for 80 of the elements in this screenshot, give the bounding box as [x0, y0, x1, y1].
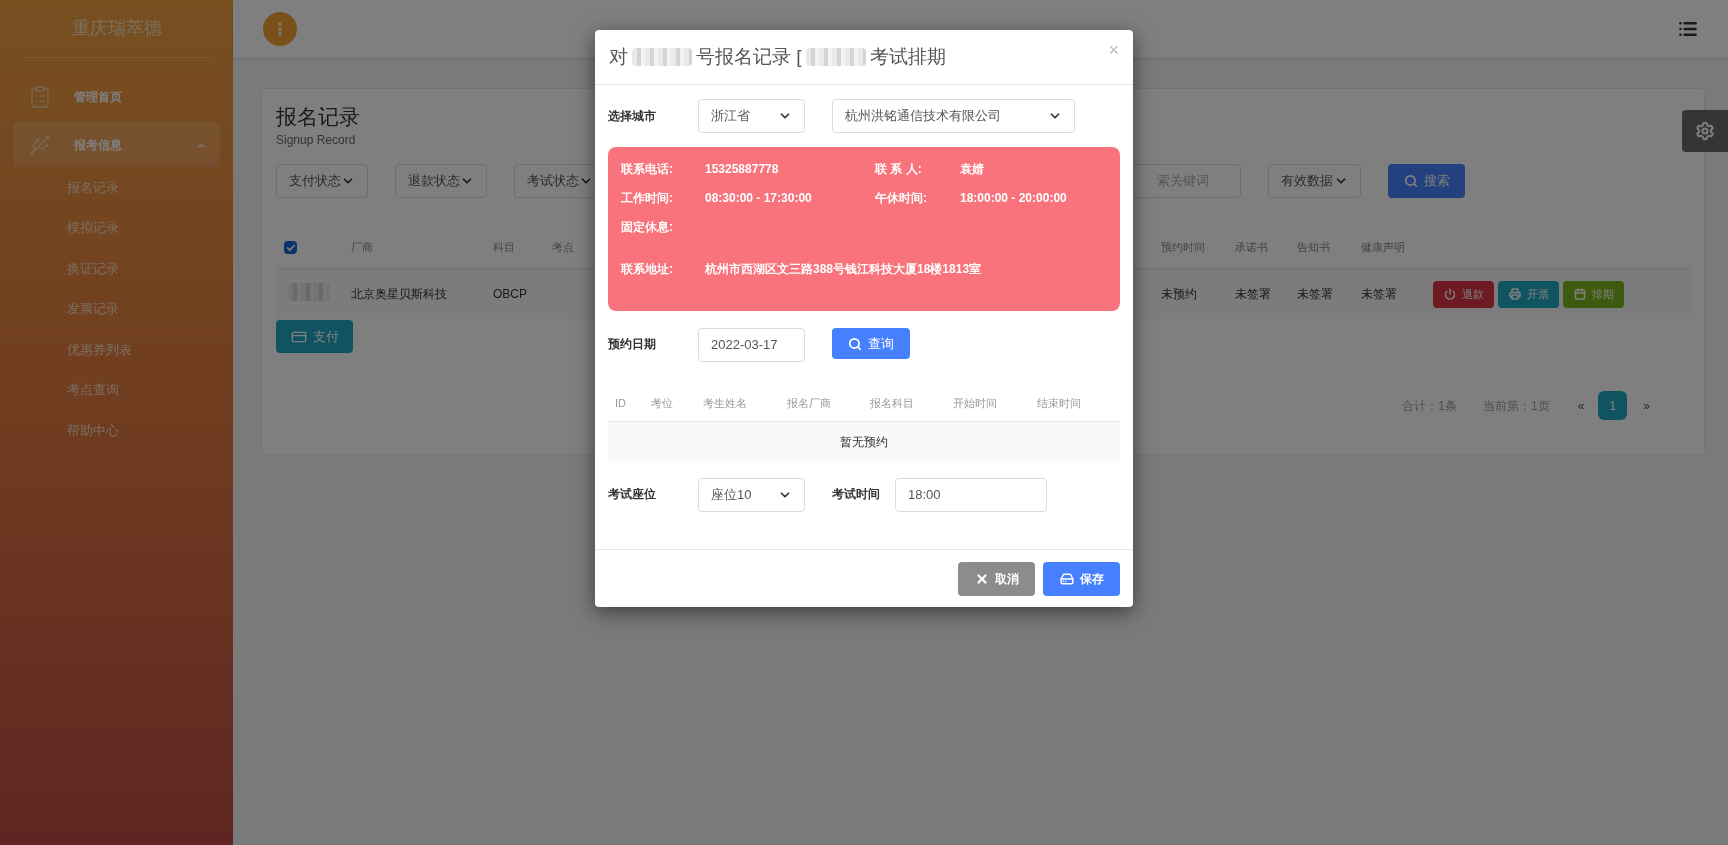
column-header: 考生姓名 [703, 396, 748, 409]
table-cell: 未签署 [1297, 287, 1333, 301]
printer-icon [1508, 288, 1521, 300]
field-label: 考试座位 [608, 486, 657, 503]
submenu-item[interactable]: 报名记录 [67, 167, 220, 208]
table-cell: 未签署 [1361, 287, 1397, 301]
info-value: 18:00:00 - 20:00:00 [960, 190, 1068, 207]
drive-icon [1059, 571, 1074, 586]
table-cell: 未签署 [1235, 287, 1271, 301]
column-header: 报名厂商 [786, 396, 831, 409]
filter-select[interactable]: 退款状态 [395, 164, 487, 198]
info-value: 08:30:00 - 17:30:00 [705, 190, 813, 207]
submenu-item[interactable]: 模拟记录 [67, 207, 220, 248]
cancel-button[interactable]: 取消 [958, 561, 1035, 596]
time-field[interactable]: 18:00 [895, 478, 1047, 512]
settings-tab[interactable] [1682, 110, 1728, 152]
column-header: ID [615, 396, 626, 409]
row-action-button[interactable]: 退款 [1433, 280, 1494, 308]
query-button[interactable]: 查询 [832, 328, 910, 359]
page-link[interactable]: 1 [1598, 391, 1628, 420]
page-title: 报名记录 [276, 104, 360, 130]
date-field[interactable]: 2022-03-17 [698, 328, 805, 362]
filter-select[interactable]: 支付状态 [276, 164, 368, 198]
field-label: 预约日期 [608, 336, 657, 353]
blurred-text [805, 48, 866, 66]
power-icon [1443, 288, 1456, 300]
status-select[interactable]: 有效数据 [1268, 164, 1361, 198]
dialog-title: 考试排期 [869, 44, 946, 69]
table-cell: 北京奥星贝斯科技 [351, 287, 447, 301]
info-value: 15325887778 [705, 161, 780, 178]
search-icon [848, 336, 862, 351]
column-header: 考位 [650, 396, 673, 409]
table-cell: 未预约 [1161, 287, 1197, 301]
check-icon [285, 242, 296, 253]
search-button[interactable]: 搜索 [1388, 164, 1465, 198]
dialog-title: 对 [609, 44, 628, 69]
prev-page-link[interactable]: « [1577, 396, 1585, 415]
column-header: 开始时间 [953, 396, 998, 409]
nav-item[interactable]: 管理首页 [13, 74, 220, 119]
info-value: 杭州市西湖区文三路388号钱江科技大厦18楼1813室 [705, 261, 982, 278]
test-center-select[interactable]: 杭州洪铭通信技术有限公司 [832, 99, 1075, 133]
more-button[interactable] [263, 12, 297, 46]
submenu-item[interactable]: 考点查询 [67, 369, 220, 410]
submenu-item[interactable]: 优惠券列表 [67, 329, 220, 370]
info-label: 午休时间: [875, 190, 928, 207]
info-label: 工作时间: [621, 190, 674, 207]
usb-icon [28, 132, 52, 157]
search-icon [1403, 174, 1418, 188]
brand-name: 重庆瑞萃德 [71, 17, 162, 40]
info-label: 固定休息: [621, 219, 674, 236]
column-header: 报名科目 [870, 396, 914, 409]
submenu-item[interactable]: 发票记录 [67, 288, 220, 329]
page-subtitle: Signup Record [276, 132, 356, 149]
seat-select[interactable]: 座位10 [698, 478, 805, 512]
row-action-button[interactable]: 排期 [1563, 280, 1624, 308]
close-icon [974, 571, 989, 586]
column-header: 结束时间 [1036, 396, 1081, 409]
field-label: 考试时间 [832, 486, 881, 503]
calendar-icon [1573, 288, 1586, 300]
province-select[interactable]: 浙江省 [698, 99, 805, 133]
empty-message: 暂无预约 [840, 433, 888, 451]
menu-icon[interactable] [1678, 19, 1698, 39]
settings-icon [1695, 121, 1715, 141]
info-label: 联系电话: [621, 161, 674, 178]
info-label: 联 系 人: [875, 161, 923, 178]
next-page-link[interactable]: » [1643, 396, 1650, 415]
pay-button[interactable]: 支付 [276, 320, 353, 353]
table-cell: OBCP [493, 287, 527, 301]
close-button[interactable]: × [1108, 36, 1119, 64]
blurred-text [632, 48, 692, 66]
save-button[interactable]: 保存 [1043, 561, 1120, 596]
submenu-item[interactable]: 帮助中心 [67, 410, 220, 451]
info-value: 袁婧 [960, 161, 985, 178]
dialog-title: 号报名记录 [ [696, 44, 802, 69]
clipboard-icon [28, 84, 52, 109]
submenu-item[interactable]: 换证记录 [67, 248, 220, 289]
info-label: 联系地址: [621, 261, 674, 278]
select-all-checkbox[interactable] [284, 241, 297, 254]
row-action-button[interactable]: 开票 [1498, 280, 1559, 308]
field-label: 选择城市 [608, 108, 657, 125]
